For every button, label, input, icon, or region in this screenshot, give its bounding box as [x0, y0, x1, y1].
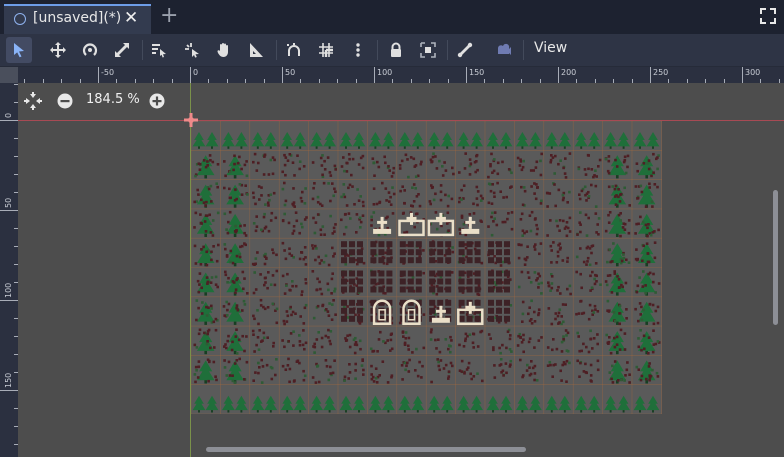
close-tab-icon[interactable]: ✕: [124, 8, 138, 28]
dirt-tile: [341, 241, 363, 264]
ruler-corner: [0, 67, 18, 83]
ruler-label: 150: [4, 372, 13, 388]
pivot-mode-button[interactable]: [179, 37, 205, 63]
move-icon: [50, 42, 66, 58]
camera-override-icon: [498, 43, 511, 55]
dirt-tile: [370, 241, 393, 264]
pan-mode-button[interactable]: [211, 37, 237, 63]
ruler-mode-button[interactable]: [243, 37, 269, 63]
snap-options-button[interactable]: [345, 37, 371, 63]
skeleton-button[interactable]: [452, 37, 478, 63]
dirt-tile: [341, 270, 363, 293]
canvas-toolbar: [0, 34, 784, 67]
dirt-tile: [429, 270, 452, 293]
view-menu-button[interactable]: View: [534, 40, 567, 56]
dirt-tile: [488, 270, 510, 293]
vertical-ruler[interactable]: 0 50 100 150: [0, 83, 18, 457]
vertical-scrollbar[interactable]: [773, 190, 778, 325]
ruler-label: 300: [745, 68, 761, 77]
scene-tab-bar: [unsaved](*) ✕ +: [0, 0, 784, 34]
select-arrow-icon: [14, 43, 24, 58]
horizontal-ruler[interactable]: -50 0 50 100 150 200 250 300: [18, 67, 784, 83]
horizontal-scrollbar[interactable]: [206, 447, 526, 452]
dirt-tile: [341, 299, 363, 322]
dirt-tile: [458, 241, 481, 264]
scale-icon: [115, 43, 129, 57]
camera-override-button[interactable]: [491, 37, 517, 63]
dirt-tile: [488, 299, 510, 322]
dirt-tile: [370, 270, 393, 293]
dirt-tile: [399, 241, 422, 264]
ruler-icon: [250, 43, 263, 57]
list-select-icon: [152, 44, 166, 58]
distraction-free-icon[interactable]: [758, 6, 778, 26]
grid-snap-button[interactable]: [313, 37, 339, 63]
ruler-label: 0: [4, 112, 13, 118]
skeleton-bone-icon: [457, 42, 473, 58]
y-axis-line: [190, 83, 191, 457]
scene-circle-icon: [14, 13, 26, 25]
zoom-out-icon[interactable]: [56, 92, 74, 110]
origin-marker-icon: [184, 113, 198, 127]
ruler-label: -50: [101, 68, 115, 77]
pivot-icon: [185, 43, 199, 58]
pan-hand-icon: [217, 43, 228, 57]
lock-button[interactable]: [383, 37, 409, 63]
list-select-button[interactable]: [146, 37, 172, 63]
scale-mode-button[interactable]: [109, 37, 135, 63]
zoom-reset-icon[interactable]: [24, 92, 42, 110]
dirt-tile: [488, 241, 510, 264]
rotate-mode-button[interactable]: [77, 37, 103, 63]
move-mode-button[interactable]: [45, 37, 71, 63]
rotate-icon: [82, 43, 98, 56]
ruler-label: 150: [469, 68, 485, 77]
ruler-label: 50: [285, 68, 296, 77]
smart-snap-button[interactable]: [281, 37, 307, 63]
smart-snap-icon: [287, 43, 300, 56]
ruler-label: 50: [4, 197, 13, 208]
ruler-label: 100: [4, 282, 13, 298]
ruler-label: 200: [561, 68, 577, 77]
dirt-tile: [399, 270, 422, 293]
scene-tab[interactable]: [unsaved](*) ✕: [4, 4, 151, 34]
more-options-icon: [356, 43, 360, 57]
x-axis-line: [18, 120, 784, 121]
zoom-level-button[interactable]: 184.5 %: [86, 92, 140, 107]
add-tab-button[interactable]: +: [160, 3, 178, 29]
zoom-in-icon[interactable]: [148, 92, 166, 110]
dirt-tile: [458, 270, 481, 293]
scene-tab-title: [unsaved](*): [33, 10, 122, 26]
ruler-label: 100: [377, 68, 393, 77]
ruler-label: 250: [653, 68, 669, 77]
zoom-controls: 184.5 %: [22, 90, 172, 112]
grid-snap-icon: [319, 43, 333, 57]
lock-icon: [391, 42, 401, 57]
group-button[interactable]: [415, 37, 441, 63]
select-mode-button[interactable]: [6, 37, 32, 63]
dirt-tile: [429, 241, 452, 264]
tilemap: [191, 121, 662, 414]
group-icon: [420, 42, 436, 58]
ruler-label: 0: [193, 68, 199, 77]
